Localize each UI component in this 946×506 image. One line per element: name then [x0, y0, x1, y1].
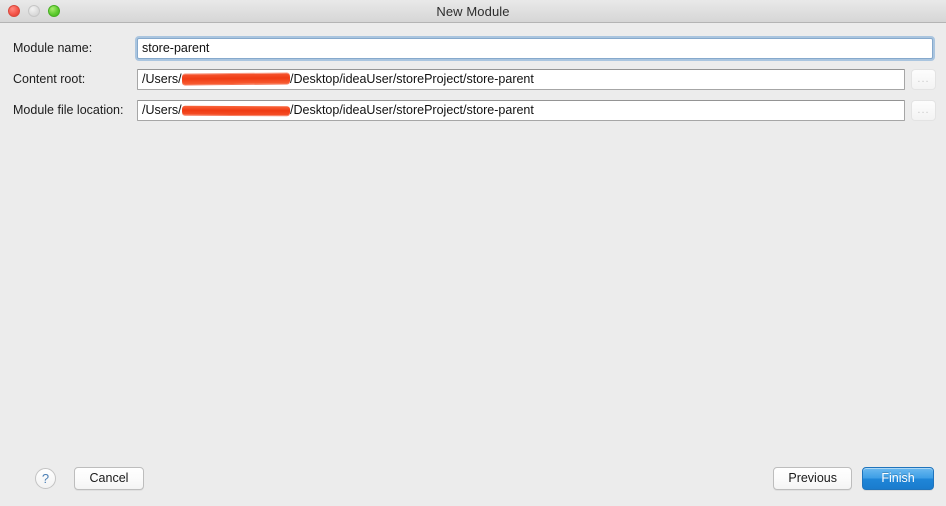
dialog-footer: ? Cancel Previous Finish	[0, 450, 946, 506]
window-controls	[8, 0, 60, 22]
module-file-location-path-prefix: /Users/	[142, 103, 182, 117]
module-name-input[interactable]: store-parent	[137, 37, 933, 59]
footer-left-group: ? Cancel	[12, 466, 144, 490]
footer-right-group: Previous Finish	[773, 466, 934, 490]
module-name-label: Module name:	[13, 41, 93, 55]
window-title: New Module	[436, 3, 510, 19]
module-file-location-row: Module file location: /Users/ redacted-u…	[0, 98, 946, 122]
close-window-icon[interactable]	[8, 5, 20, 17]
finish-button[interactable]: Finish	[862, 466, 934, 490]
content-root-path: /Users/ redacted-username /Desktop/ideaU…	[142, 72, 534, 86]
content-root-row: Content root: /Users/ redacted-username …	[0, 67, 946, 91]
content-root-redaction: redacted-username	[181, 72, 290, 86]
content-root-path-prefix: /Users/	[142, 72, 182, 86]
new-module-dialog: New Module Module name: store-parent Con…	[0, 0, 946, 506]
module-file-location-label: Module file location:	[13, 103, 124, 117]
content-root-browse-button[interactable]: ...	[911, 68, 936, 90]
redaction-stroke-icon	[181, 105, 290, 116]
previous-button[interactable]: Previous	[773, 466, 852, 490]
module-name-row: Module name: store-parent	[0, 36, 946, 60]
help-icon[interactable]: ?	[35, 467, 56, 489]
redaction-stroke-icon	[181, 73, 290, 85]
module-file-location-redaction: redacted-username	[181, 103, 290, 117]
zoom-window-icon[interactable]	[48, 5, 60, 17]
module-file-location-path-suffix: /Desktop/ideaUser/storeProject/store-par…	[290, 103, 534, 117]
module-name-value: store-parent	[142, 41, 210, 55]
module-file-location-browse-button[interactable]: ...	[911, 99, 936, 121]
dialog-empty-area	[0, 129, 946, 450]
cancel-button[interactable]: Cancel	[74, 466, 144, 490]
module-file-location-path: /Users/ redacted-username /Desktop/ideaU…	[142, 103, 534, 117]
content-root-label: Content root:	[13, 72, 86, 86]
title-bar: New Module	[0, 0, 946, 23]
content-root-path-suffix: /Desktop/ideaUser/storeProject/store-par…	[290, 72, 534, 86]
minimize-window-icon[interactable]	[28, 5, 40, 17]
module-form: Module name: store-parent Content root: …	[0, 23, 946, 129]
module-file-location-input[interactable]: /Users/ redacted-username /Desktop/ideaU…	[137, 99, 905, 121]
content-root-input[interactable]: /Users/ redacted-username /Desktop/ideaU…	[137, 68, 905, 90]
